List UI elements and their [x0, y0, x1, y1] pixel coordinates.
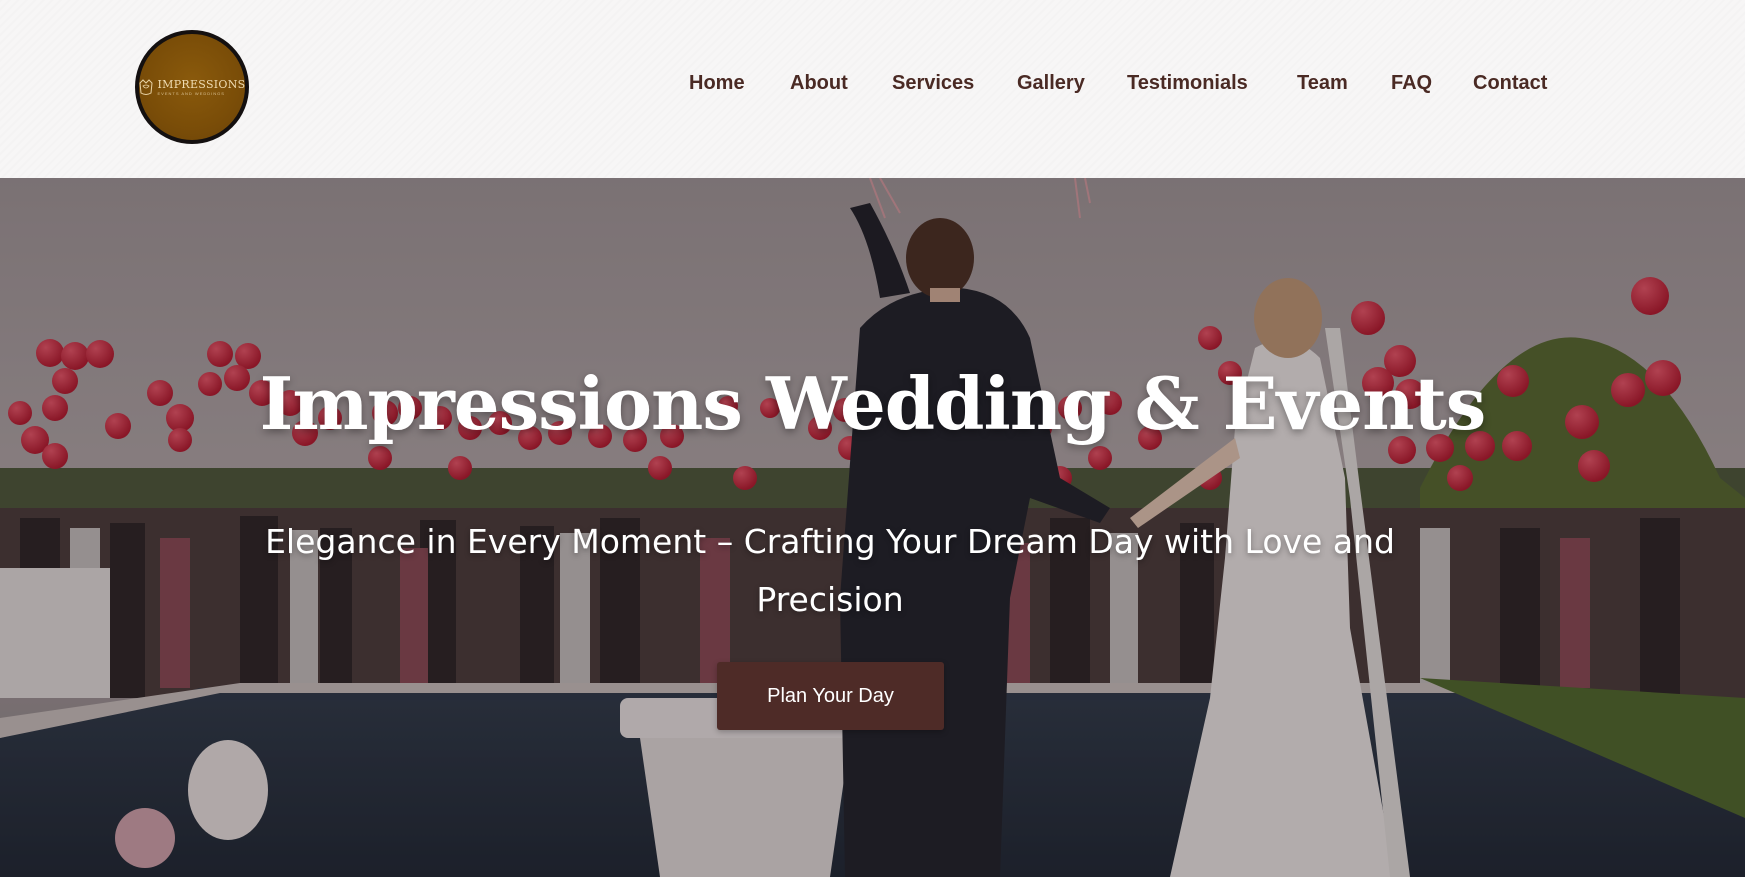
nav-faq[interactable]: FAQ [1391, 68, 1432, 98]
site-header: IMPRESSIONS EVENTS AND WEDDINGS Home Abo… [0, 0, 1745, 178]
hero-section: Impressions Wedding & Events Elegance in… [0, 178, 1745, 877]
nav-about[interactable]: About [790, 68, 848, 98]
nav-contact[interactable]: Contact [1473, 68, 1547, 98]
nav-services[interactable]: Services [892, 68, 974, 98]
nav-home[interactable]: Home [689, 68, 745, 98]
hero-title: Impressions Wedding & Events [259, 361, 1487, 446]
nav-team[interactable]: Team [1297, 68, 1348, 98]
main-nav: Home About Services Gallery Testimonials… [0, 68, 1745, 98]
hero-subtitle: Elegance in Every Moment – Crafting Your… [265, 522, 1395, 619]
plan-your-day-button[interactable]: Plan Your Day [717, 662, 944, 730]
nav-gallery[interactable]: Gallery [1017, 68, 1085, 98]
nav-testimonials[interactable]: Testimonials [1127, 68, 1248, 98]
